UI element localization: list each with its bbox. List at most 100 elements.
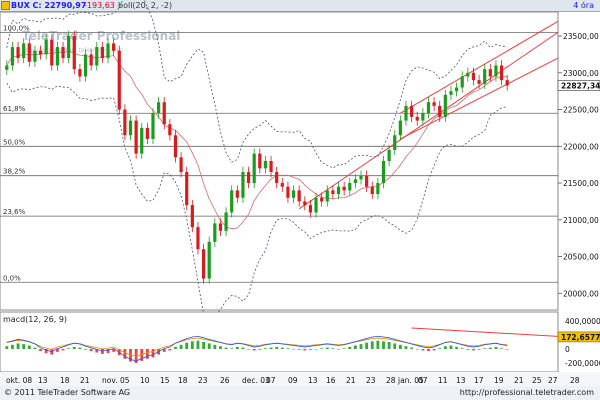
- macd-bar: [477, 349, 481, 350]
- candle-body: [185, 172, 189, 206]
- candle-body: [173, 135, 178, 158]
- candle-body: [218, 223, 223, 231]
- candle-body: [168, 124, 172, 136]
- candle-body: [224, 212, 228, 231]
- candle-body: [27, 43, 31, 62]
- candle-body: [393, 135, 397, 150]
- macd-bar: [145, 349, 149, 359]
- candle-body: [297, 190, 301, 202]
- time-tick-label: 09: [288, 376, 298, 385]
- macd-bar: [27, 345, 31, 349]
- candle-body: [128, 120, 133, 136]
- macd-bar: [297, 349, 301, 350]
- macd-bar: [438, 348, 442, 349]
- fib-label: 50,0%: [3, 138, 26, 146]
- macd-bar: [331, 348, 335, 349]
- macd-bar: [219, 346, 222, 349]
- macd-bar: [22, 344, 26, 349]
- candle-body: [342, 186, 346, 191]
- candle-body: [246, 172, 251, 184]
- candle-body: [263, 161, 268, 169]
- candle-body: [252, 153, 256, 184]
- macd-bar: [370, 341, 374, 349]
- candle-body: [33, 50, 37, 62]
- macd-bar: [314, 349, 318, 350]
- price-tick-label: 21000,00: [563, 216, 599, 225]
- time-tick-label: 16: [326, 376, 336, 385]
- time-tick-label: 13: [308, 376, 318, 385]
- time-tick-label: 15: [160, 376, 170, 385]
- price-tick-label: 21500,00: [563, 179, 599, 188]
- candle-body: [207, 241, 211, 279]
- macd-bar: [382, 341, 385, 349]
- macd-bar: [16, 343, 20, 349]
- candle-body: [483, 69, 487, 84]
- macd-bar: [252, 349, 256, 351]
- time-tick-label: 19: [494, 376, 504, 385]
- candle-body: [359, 175, 363, 180]
- macd-bar: [359, 344, 363, 349]
- candle-body: [387, 149, 391, 161]
- candle-body: [398, 120, 402, 136]
- macd-bar: [123, 349, 127, 359]
- candle-body: [269, 161, 273, 173]
- macd-bar: [353, 345, 357, 349]
- time-tick-label: 10: [140, 376, 150, 385]
- macd-bar: [196, 340, 200, 349]
- time-tick-label: 28: [386, 376, 396, 385]
- candle-body: [494, 65, 498, 77]
- candle-body: [460, 76, 464, 88]
- price-axis: 20000,00 20500,00 21000,00 21500,00 22000,00…: [557, 32, 600, 298]
- time-tick-label: 13: [456, 376, 466, 385]
- footer-url[interactable]: http://professional.teletrader.com: [460, 388, 594, 397]
- macd-bar: [404, 346, 408, 349]
- candle-body: [157, 102, 161, 114]
- candle-body: [415, 116, 419, 121]
- candle-body: [325, 190, 329, 202]
- candle-body: [410, 105, 414, 117]
- macd-bar: [455, 346, 458, 349]
- candle-body: [22, 43, 26, 59]
- time-tick-label: 27: [548, 376, 558, 385]
- macd-bar: [398, 344, 402, 349]
- macd-last-value: 172,6577: [561, 333, 600, 342]
- candle-body: [95, 47, 99, 66]
- macd-bar: [168, 349, 172, 351]
- copyright-text: © 2011 TeleTrader Software AG: [4, 388, 131, 397]
- candle-body: [145, 127, 149, 139]
- macd-bar: [269, 347, 273, 349]
- time-tick-label: 07: [266, 376, 276, 385]
- macd-tick-label: 0: [565, 345, 570, 354]
- macd-bar: [280, 347, 284, 349]
- time-tick-label: 07: [418, 376, 428, 385]
- macd-bar: [342, 348, 346, 349]
- macd-bar: [61, 349, 65, 351]
- macd-bar: [264, 348, 267, 349]
- macd-panel: [0, 311, 559, 373]
- candle-body: [78, 69, 82, 77]
- macd-bar: [202, 342, 205, 349]
- macd-bar: [78, 347, 82, 349]
- candle-body: [61, 47, 65, 59]
- macd-bar: [230, 348, 234, 349]
- macd-bar: [235, 346, 239, 349]
- macd-bar: [100, 349, 104, 354]
- time-tick-label: 28: [570, 376, 580, 385]
- candle-body: [106, 43, 110, 59]
- macd-axis: 400,0000 0 -200,0000 172,6577: [557, 317, 600, 368]
- candle-body: [303, 201, 307, 206]
- macd-bar: [393, 343, 397, 349]
- time-tick-label: 21: [80, 376, 90, 385]
- candle-body: [10, 47, 15, 66]
- time-tick-label: 23: [198, 376, 208, 385]
- macd-bar: [185, 342, 189, 349]
- candle-body: [100, 47, 104, 59]
- price-tick-label: 22000,00: [563, 142, 599, 151]
- candle-body: [404, 105, 408, 121]
- macd-bar: [33, 347, 37, 349]
- macd-bar: [247, 349, 250, 350]
- candle-body: [50, 39, 54, 66]
- candle-body: [235, 190, 239, 198]
- candle-body: [179, 157, 183, 173]
- candle-body: [432, 102, 436, 106]
